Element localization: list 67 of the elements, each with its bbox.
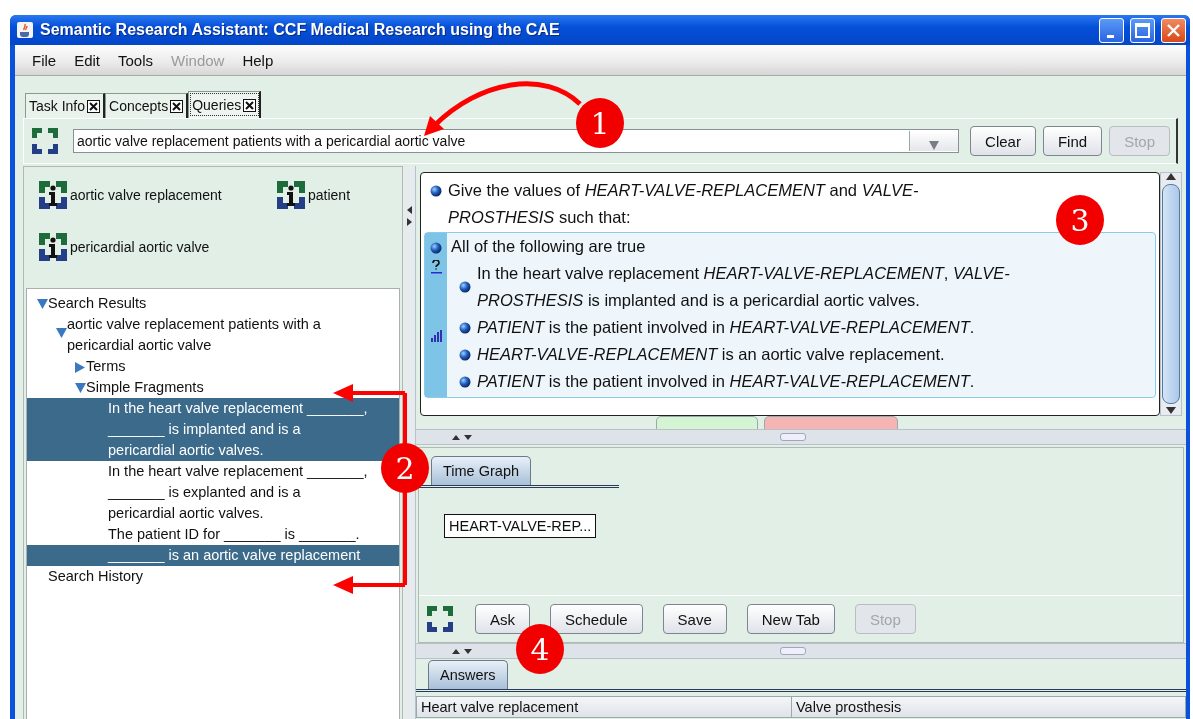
tree-item[interactable]: aortic valve replacement patients with a pericardial aortic valve: [67, 314, 352, 356]
splitter-grip[interactable]: [780, 647, 806, 655]
concept-label[interactable]: patient: [308, 187, 351, 203]
collapse-icon[interactable]: [56, 328, 67, 339]
condition-text: PATIENT is the patient involved in HEART-VALVE-REPLACEMENT.: [477, 317, 975, 338]
tree-item[interactable]: Search Results: [48, 293, 147, 314]
tab[interactable]: Answers: [428, 660, 508, 689]
condition-text: In the heart valve replacement HEART-VALVE-REPLACEMENT, VALVE-PROSTHESIS is implanted and is a pericardial aortic valves.: [477, 263, 1011, 311]
condition-text: HEART-VALVE-REPLACEMENT is an aortic valve replacement.: [477, 344, 945, 365]
help-icon[interactable]: [430, 260, 442, 274]
bullet-icon: [430, 185, 442, 197]
splitter-arrows-icon[interactable]: [452, 434, 472, 440]
menu-item[interactable]: Tools: [109, 51, 163, 69]
button[interactable]: Schedule: [550, 604, 643, 634]
graph-node[interactable]: HEART-VALVE-REP...: [444, 514, 597, 538]
tree-item[interactable]: _______ is an aortic valve replacement: [27, 545, 399, 566]
dropdown-button[interactable]: [909, 131, 959, 151]
logo-icon: [425, 604, 455, 634]
button[interactable]: New Tab: [746, 604, 835, 634]
tab[interactable]: Task Info: [25, 93, 106, 118]
button[interactable]: Find: [1042, 126, 1103, 156]
bullet-icon: [459, 375, 471, 388]
app-icon: [16, 21, 34, 39]
bullet-icon: [459, 281, 471, 293]
menu-item[interactable]: Help: [233, 51, 283, 69]
scrollbar[interactable]: [1160, 172, 1182, 416]
close-icon[interactable]: [170, 99, 184, 113]
condition-title: All of the following are true: [451, 236, 646, 257]
button[interactable]: Clear: [970, 126, 1036, 156]
tree-item[interactable]: Search History: [48, 566, 144, 587]
logo-icon: [30, 126, 60, 156]
splitter-arrows-icon[interactable]: [452, 648, 472, 654]
menu-item[interactable]: File: [23, 51, 66, 69]
caret-icon: [929, 141, 940, 151]
question-text: Give the values of HEART-VALVE-REPLACEMENT and VALVE-PROSTHESIS such that:: [448, 180, 920, 228]
info-icon: [276, 180, 306, 210]
column-header[interactable]: Heart valve replacement: [417, 697, 792, 717]
menu-item[interactable]: Edit: [65, 51, 110, 69]
close-icon[interactable]: [87, 99, 101, 113]
tree-item[interactable]: Terms: [86, 356, 126, 377]
tree-item[interactable]: Simple Fragments: [86, 377, 204, 398]
collapse-icon[interactable]: [37, 299, 48, 310]
bar-chart-icon[interactable]: [429, 330, 443, 342]
tab[interactable]: Concepts: [105, 93, 189, 118]
concept-label[interactable]: pericardial aortic valve: [70, 239, 210, 255]
expand-icon[interactable]: [75, 362, 86, 373]
tree-item[interactable]: In the heart valve replacement _______, _______ is explanted and is a pericardial aortic valves.: [108, 461, 370, 524]
scroll-down-icon[interactable]: [1166, 407, 1176, 415]
splitter-grip[interactable]: [780, 433, 806, 441]
bullet-icon: [459, 348, 471, 361]
button[interactable]: Ask: [475, 604, 530, 634]
bullet-icon: [459, 321, 471, 334]
button[interactable]: Save: [662, 604, 727, 634]
info-icon: [38, 232, 68, 262]
scroll-up-icon[interactable]: [1166, 173, 1176, 181]
bullet-icon: [430, 242, 442, 254]
info-icon: [38, 180, 68, 210]
tab[interactable]: Queries: [188, 91, 262, 118]
splitter-arrows-icon[interactable]: [405, 206, 413, 226]
column-header[interactable]: Valve prosthesis: [792, 697, 1185, 717]
collapse-icon[interactable]: [75, 383, 86, 394]
tab[interactable]: Time Graph: [431, 456, 531, 485]
close-icon[interactable]: [243, 98, 257, 112]
window-title: Semantic Research Assistant: CCF Medical Research using the CAE: [40, 21, 561, 39]
concept-label[interactable]: aortic valve replacement: [70, 187, 222, 203]
condition-text: PATIENT is the patient involved in HEART-VALVE-REPLACEMENT.: [477, 371, 975, 392]
tree-item[interactable]: The patient ID for _______ is _______.: [108, 524, 370, 545]
